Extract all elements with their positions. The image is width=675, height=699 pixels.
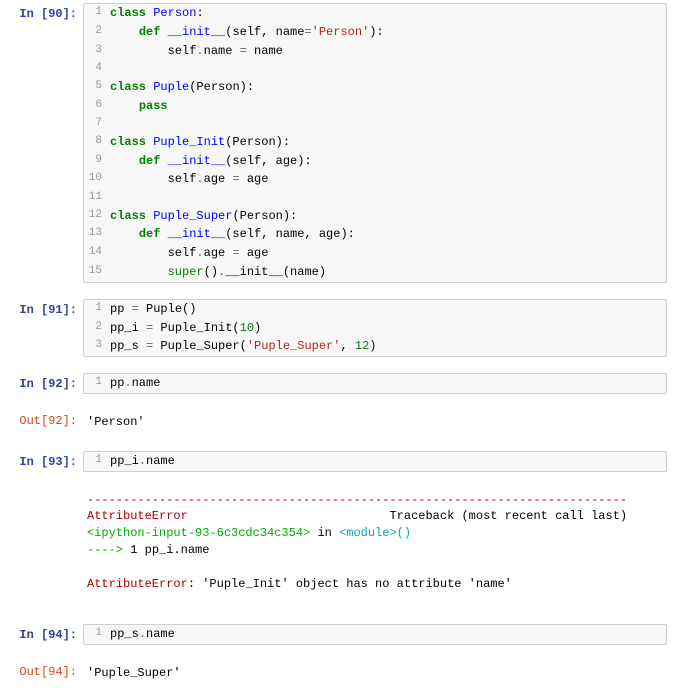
output-text: 'Person' (83, 410, 667, 435)
code-line: pp_i = Puple_Init(10) (110, 319, 666, 338)
code-input[interactable]: 1pp_s.name (83, 624, 667, 645)
code-line: pp_i.name (110, 452, 666, 471)
output-prompt: Out[92]: (0, 407, 83, 438)
code-line: self.name = name (110, 42, 666, 61)
input-prompt: In [90]: (0, 0, 83, 286)
code-input[interactable]: 1pp = Puple()2pp_i = Puple_Init(10)3pp_s… (83, 299, 667, 357)
output-prompt: Out[94]: (0, 658, 83, 689)
code-input[interactable]: 1class Person:2 def __init__(self, name=… (83, 3, 667, 283)
line-number: 3 (84, 337, 110, 356)
line-number: 1 (84, 374, 110, 393)
line-number: 13 (84, 225, 110, 244)
line-number: 12 (84, 207, 110, 226)
code-line: super().__init__(name) (110, 263, 666, 282)
line-number: 5 (84, 78, 110, 97)
code-line: class Puple_Super(Person): (110, 207, 666, 226)
code-line: pp_s = Puple_Super('Puple_Super', 12) (110, 337, 666, 356)
line-number: 10 (84, 170, 110, 189)
code-line: class Person: (110, 4, 666, 23)
code-line: def __init__(self, age): (110, 152, 666, 171)
line-number: 11 (84, 189, 110, 206)
line-number: 9 (84, 152, 110, 171)
line-number: 1 (84, 625, 110, 644)
code-line: self.age = age (110, 244, 666, 263)
traceback: ----------------------------------------… (83, 488, 667, 597)
line-number: 2 (84, 319, 110, 338)
code-input[interactable]: 1pp_i.name (83, 451, 667, 472)
input-prompt: In [92]: (0, 370, 83, 397)
code-line: class Puple_Init(Person): (110, 133, 666, 152)
code-line: pp = Puple() (110, 300, 666, 319)
line-number: 15 (84, 263, 110, 282)
line-number: 3 (84, 42, 110, 61)
line-number: 1 (84, 300, 110, 319)
code-line: def __init__(self, name, age): (110, 225, 666, 244)
code-line (110, 60, 666, 77)
line-number: 1 (84, 4, 110, 23)
line-number: 1 (84, 452, 110, 471)
code-line: class Puple(Person): (110, 78, 666, 97)
line-number: 2 (84, 23, 110, 42)
input-prompt: In [91]: (0, 296, 83, 360)
code-line: self.age = age (110, 170, 666, 189)
code-input[interactable]: 1pp.name (83, 373, 667, 394)
line-number: 7 (84, 115, 110, 132)
line-number: 14 (84, 244, 110, 263)
output-text: 'Puple_Super' (83, 661, 667, 686)
input-prompt: In [94]: (0, 621, 83, 648)
code-line: def __init__(self, name='Person'): (110, 23, 666, 42)
code-line: pass (110, 97, 666, 116)
line-number: 8 (84, 133, 110, 152)
code-line (110, 189, 666, 206)
line-number: 4 (84, 60, 110, 77)
code-line: pp.name (110, 374, 666, 393)
code-line (110, 115, 666, 132)
input-prompt: In [93]: (0, 448, 83, 475)
line-number: 6 (84, 97, 110, 116)
code-line: pp_s.name (110, 625, 666, 644)
